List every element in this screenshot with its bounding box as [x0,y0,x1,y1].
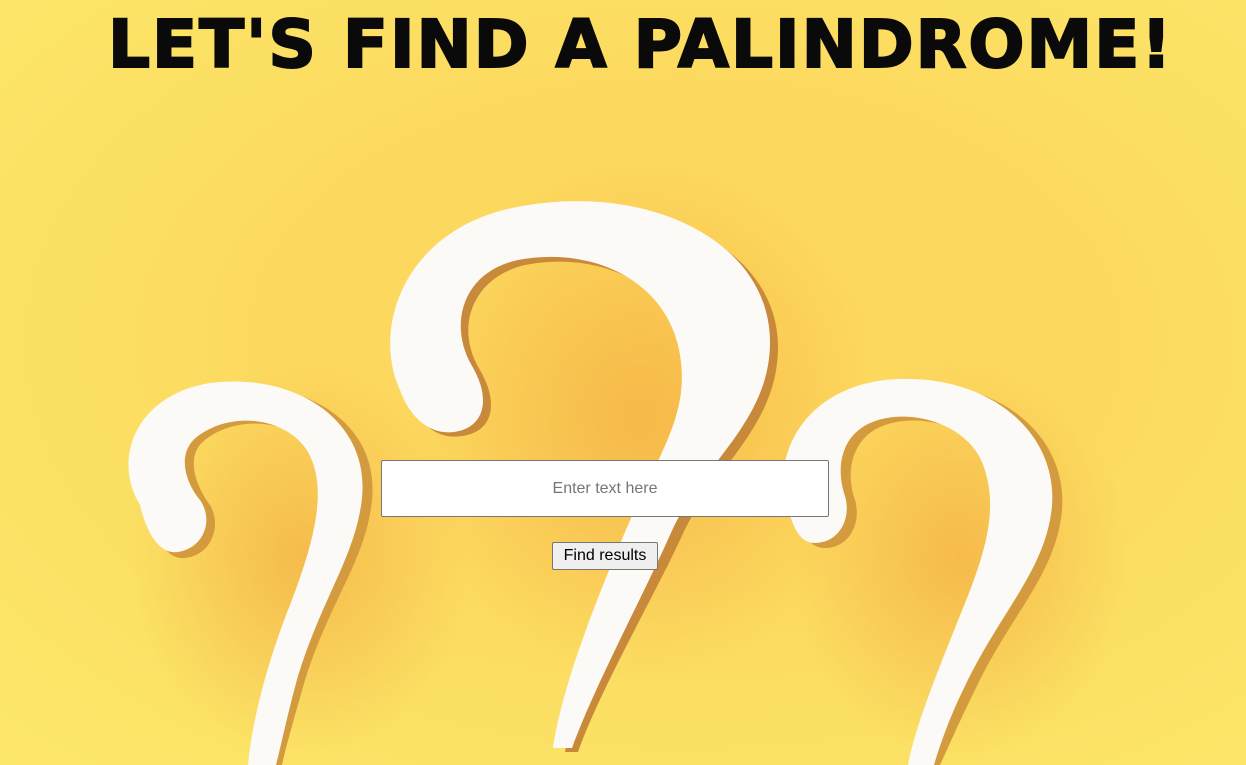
text-input[interactable] [381,460,829,517]
question-marks-icon [128,160,1130,765]
page-title: LET'S FIND A PALINDROME! [107,6,1174,83]
find-results-button[interactable]: Find results [552,542,658,570]
